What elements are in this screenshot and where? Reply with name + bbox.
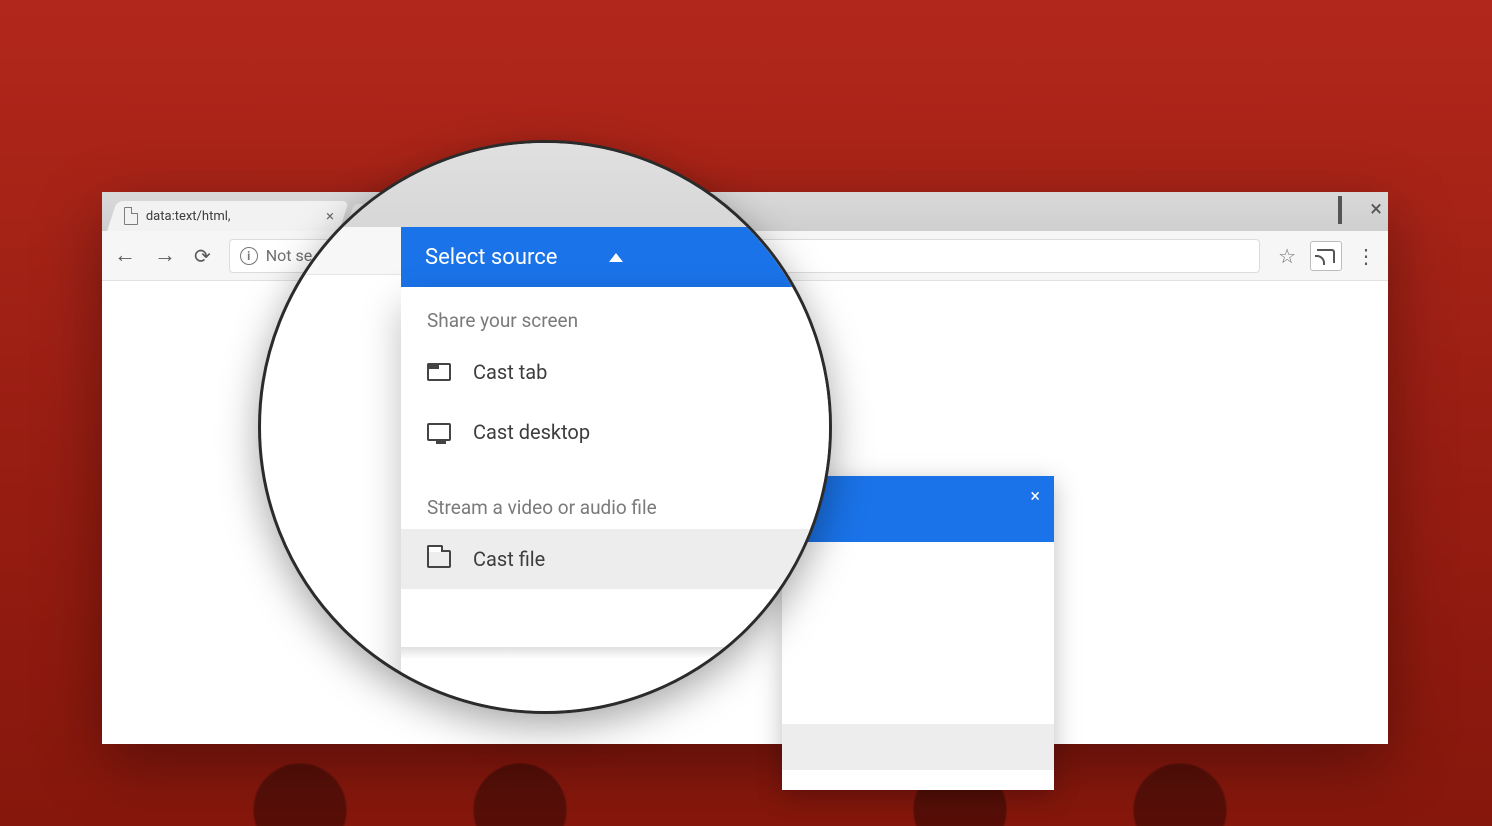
cast-desktop-label: Cast desktop [473,420,590,444]
folder-icon [427,550,451,568]
cast-source-header-label: Select source [425,245,557,270]
cast-source-header[interactable]: Select source [401,227,829,287]
site-info-icon[interactable]: i [240,247,258,265]
window-close-button[interactable]: × [1370,198,1382,222]
tab-icon [427,363,451,381]
chevron-up-icon [609,253,623,262]
magnified-tabstrip [261,143,829,227]
cast-file-label: Cast file [473,547,545,571]
desktop-icon [427,423,451,441]
nav-forward-button[interactable]: → [154,245,176,267]
cast-dialog-close-button[interactable]: × [1030,486,1040,507]
page-icon [124,207,138,225]
cast-tab-option[interactable]: Cast tab [401,342,829,402]
stream-file-section-label: Stream a video or audio file [401,474,829,529]
cast-dialog-hovered-row[interactable] [782,724,1054,770]
cast-toolbar-button[interactable] [1310,241,1342,271]
cast-desktop-option[interactable]: Cast desktop [401,402,829,462]
window-maximize-button[interactable] [1338,198,1342,222]
cast-tab-label: Cast tab [473,360,547,384]
nav-back-button[interactable]: ← [114,245,136,267]
share-screen-section-label: Share your screen [401,287,829,342]
nav-reload-button[interactable]: ⟳ [194,246,211,266]
magnifier-view: Select source Share your screen Cast tab… [258,140,832,714]
tab-title: data:text/html, [146,209,231,224]
chrome-menu-button[interactable]: ⋮ [1356,244,1376,268]
bookmark-star-button[interactable]: ☆ [1278,244,1296,268]
cast-file-option[interactable]: Cast file [401,529,829,589]
